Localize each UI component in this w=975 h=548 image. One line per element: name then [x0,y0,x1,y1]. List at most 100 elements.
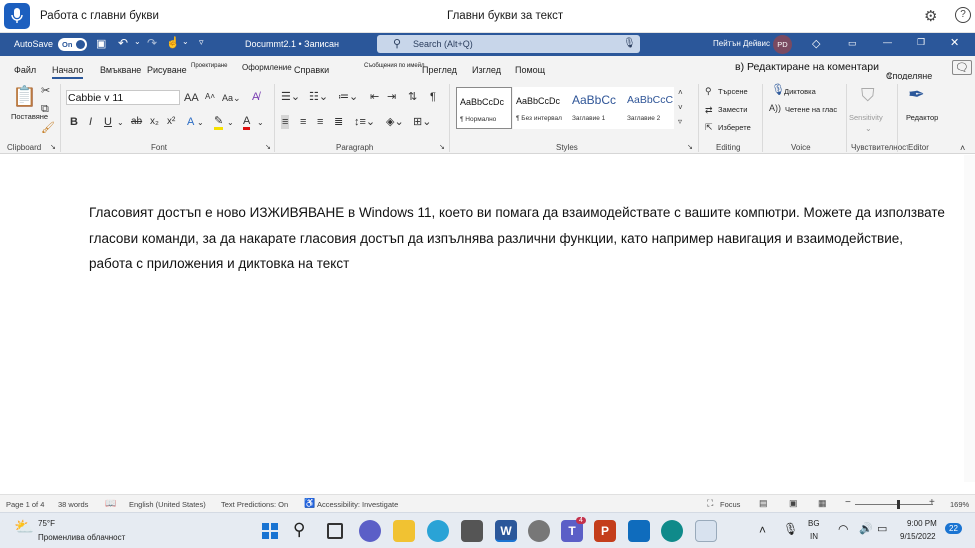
notification-badge[interactable]: 22 [945,523,962,534]
numbering-icon[interactable]: ☷⌄ [309,91,328,103]
gear-icon[interactable]: ⚙ [924,7,937,25]
word-count[interactable]: 38 words [58,500,88,509]
styles-launcher-icon[interactable]: ↘ [687,142,693,154]
sensitivity-dropdown-icon[interactable]: ⌄ [865,123,872,135]
tab-references[interactable]: Справки [294,65,329,75]
tab-layout[interactable]: Оформление [242,63,292,72]
zoom-slider[interactable] [855,504,933,505]
vertical-scrollbar[interactable] [964,155,975,482]
zoom-in-icon[interactable]: + [929,497,935,508]
settings-icon[interactable] [528,520,550,542]
print-layout-icon[interactable]: ▣ [789,498,798,509]
battery-icon[interactable]: ▭ [877,522,887,535]
voice-access-mic-button[interactable] [4,3,30,29]
chat-icon[interactable] [359,520,381,542]
file-explorer-icon[interactable] [393,520,415,542]
tab-help[interactable]: Помощ [515,65,545,75]
change-case-icon[interactable]: Aa⌄ [222,92,241,104]
style-normal[interactable]: AaBbCcDc ¶ Нормално [456,87,512,129]
editor-icon[interactable]: ✒ [908,85,925,105]
redo-icon[interactable]: ↷ [147,36,157,50]
focus-button[interactable]: Focus [720,500,740,509]
tab-draw[interactable]: Рисуване [147,65,187,75]
people-icon[interactable] [661,520,683,542]
replace-icon[interactable]: ⇄ [705,104,713,116]
style-heading-2[interactable]: AaBbCcC Заглавие 2 [624,87,674,129]
decrease-indent-icon[interactable]: ⇤ [370,91,379,103]
justify-icon[interactable]: ≣ [334,116,343,128]
clock-date[interactable]: 9/15/2022 [900,532,936,541]
paste-icon[interactable]: 📋 [12,87,37,107]
find-button[interactable]: Търсене [718,87,748,96]
dictate-button[interactable]: Диктовка [784,87,816,96]
zoom-out-icon[interactable]: − [845,497,851,508]
editor-button[interactable]: Редактор [906,113,938,122]
proofing-icon[interactable]: 📖 [105,498,116,509]
sort-icon[interactable]: ⇅ [408,91,417,103]
read-aloud-icon[interactable]: A)) [769,102,781,114]
multilevel-list-icon[interactable]: ≔⌄ [338,91,358,103]
bold-icon[interactable]: B [70,116,78,128]
subscript-icon[interactable]: x₂ [150,116,159,128]
text-effects-icon[interactable]: A [187,116,194,128]
cut-icon[interactable]: ✂ [41,85,50,97]
save-icon[interactable]: ▣ [96,37,106,50]
customize-quick-access-icon[interactable]: ▿ [199,37,204,48]
text-predictions-status[interactable]: Text Predictions: On [221,500,288,509]
replace-button[interactable]: Замести [718,105,747,114]
tab-insert[interactable]: Вмъкване [100,65,141,75]
touch-mode-icon[interactable]: ☝ [166,36,180,49]
touch-dropdown-icon[interactable]: ⌄ [182,37,189,46]
sensitivity-button[interactable]: Sensitivity [849,113,883,122]
wifi-icon[interactable]: ◠ [838,522,848,536]
help-icon[interactable]: ? [955,7,971,23]
highlight-icon[interactable]: ✎ [214,115,224,130]
styles-scroll-up-icon[interactable]: ˄ [678,87,683,99]
diamond-icon[interactable]: ◇ [812,37,820,50]
document-name[interactable]: Docummt2.1 • Записан [245,39,339,49]
comments-icon[interactable]: 🗨 [952,60,972,75]
word-icon[interactable]: W [495,520,517,542]
line-spacing-icon[interactable]: ↕≡⌄ [354,116,375,128]
select-icon[interactable]: ⇱ [705,121,713,133]
minimize-icon[interactable]: — [883,37,892,47]
start-icon[interactable] [259,520,281,542]
document-body-text[interactable]: Гласовият достъп е ново ИЗЖИВЯВАНЕ в Win… [89,200,949,277]
task-view-icon[interactable] [327,523,343,539]
page-count[interactable]: Page 1 of 4 [6,500,44,509]
show-hidden-icons[interactable]: ˄ [759,523,766,537]
show-formatting-icon[interactable]: ¶ [430,91,436,103]
tab-view[interactable]: Изглед [472,65,501,75]
zoom-level[interactable]: 169% [950,500,969,509]
style-no-spacing[interactable]: AaBbCcDc ¶ Без интервал [513,87,569,129]
clock-time[interactable]: 9:00 PM [907,519,937,528]
tab-review[interactable]: Преглед [422,65,457,75]
increase-indent-icon[interactable]: ⇥ [387,91,396,103]
style-heading-1[interactable]: AaBbCc Заглавие 1 [569,87,625,129]
align-left-icon[interactable]: ≡ [281,115,290,129]
volume-icon[interactable]: 🔊 [859,522,873,535]
accessibility-status[interactable]: Accessibility: Investigate [317,500,398,509]
strikethrough-icon[interactable]: ab [131,116,142,128]
collapse-ribbon-icon[interactable]: ˄ [960,142,965,154]
select-button[interactable]: Изберете [718,123,751,132]
tab-mailings[interactable]: Съобщения по имейл [364,63,425,69]
close-icon[interactable]: ✕ [950,36,959,49]
language-status[interactable]: English (United States) [129,500,206,509]
search-icon[interactable]: ⚲ [293,520,305,540]
clear-formatting-icon[interactable]: A̸ [252,91,259,103]
clipboard-launcher-icon[interactable]: ↘ [50,142,56,154]
dictate-search-icon[interactable]: 🎙 [623,35,636,53]
copy-icon[interactable]: ⧉ [41,103,49,115]
font-color-icon[interactable]: A [243,115,251,130]
styles-more-icon[interactable]: ▿ [678,116,682,128]
avatar[interactable]: PD [773,35,792,54]
styles-scroll-down-icon[interactable]: ˅ [678,102,683,114]
italic-icon[interactable]: I [89,116,92,128]
search-box[interactable]: ⚲ Search (Alt+Q) 🎙 [377,35,640,53]
dictate-icon[interactable]: 🎙 [771,84,785,96]
font-name-box[interactable]: Cabbie v 11 [66,90,180,105]
read-mode-icon[interactable]: ▤ [759,498,768,509]
grow-font-icon[interactable]: AA [184,92,199,104]
paragraph-launcher-icon[interactable]: ↘ [439,142,445,154]
